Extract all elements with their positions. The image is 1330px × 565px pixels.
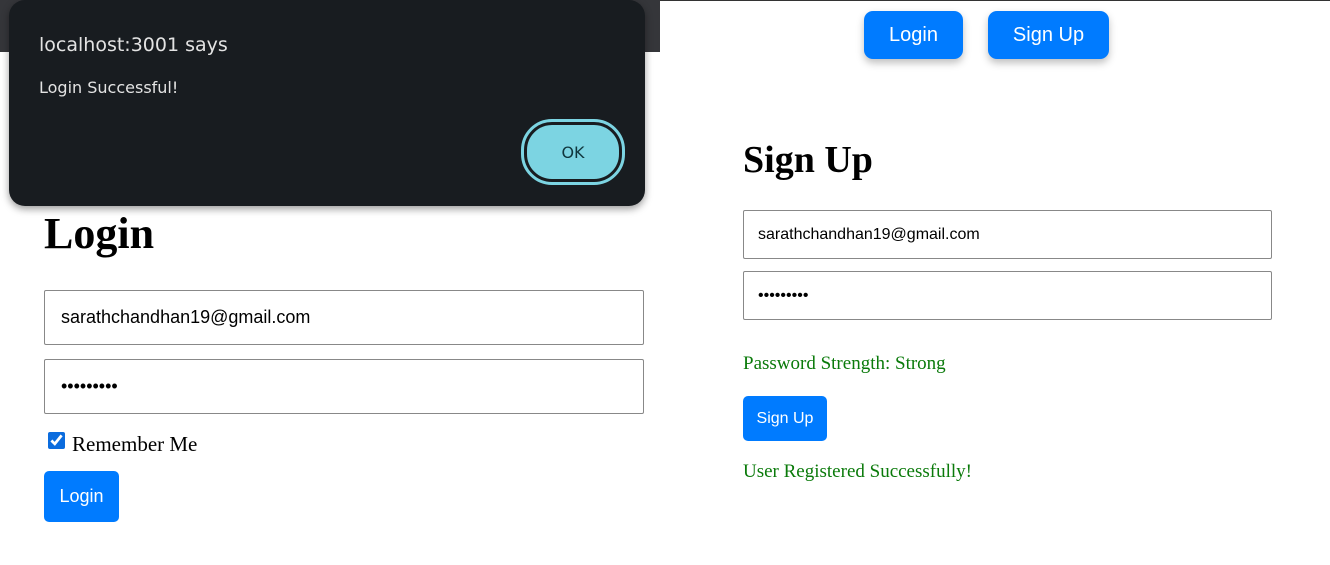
nav-login-button[interactable]: Login xyxy=(864,11,963,59)
dialog-title: localhost:3001 says xyxy=(39,34,228,56)
nav-signup-button[interactable]: Sign Up xyxy=(988,11,1109,59)
login-heading: Login xyxy=(44,209,155,258)
signup-email-input[interactable]: sarathchandhan19@gmail.com xyxy=(743,210,1272,259)
password-strength: Password Strength: Strong xyxy=(743,353,946,374)
dialog-ok-button[interactable]: OK xyxy=(521,119,625,185)
signup-submit-button[interactable]: Sign Up xyxy=(743,396,827,441)
login-submit-button[interactable]: Login xyxy=(44,471,119,522)
signup-status-message: User Registered Successfully! xyxy=(743,461,972,482)
remember-me-label: Remember Me xyxy=(72,432,198,456)
alert-dialog: localhost:3001 says Login Successful! OK xyxy=(9,0,645,206)
login-email-input[interactable]: sarathchandhan19@gmail.com xyxy=(44,290,644,345)
dialog-message: Login Successful! xyxy=(39,78,179,97)
signup-heading: Sign Up xyxy=(743,139,873,181)
remember-me-checkbox[interactable] xyxy=(48,432,65,449)
signup-password-input[interactable]: ••••••••• xyxy=(743,271,1272,320)
login-password-input[interactable]: ••••••••• xyxy=(44,359,644,414)
divider xyxy=(660,0,1330,1)
